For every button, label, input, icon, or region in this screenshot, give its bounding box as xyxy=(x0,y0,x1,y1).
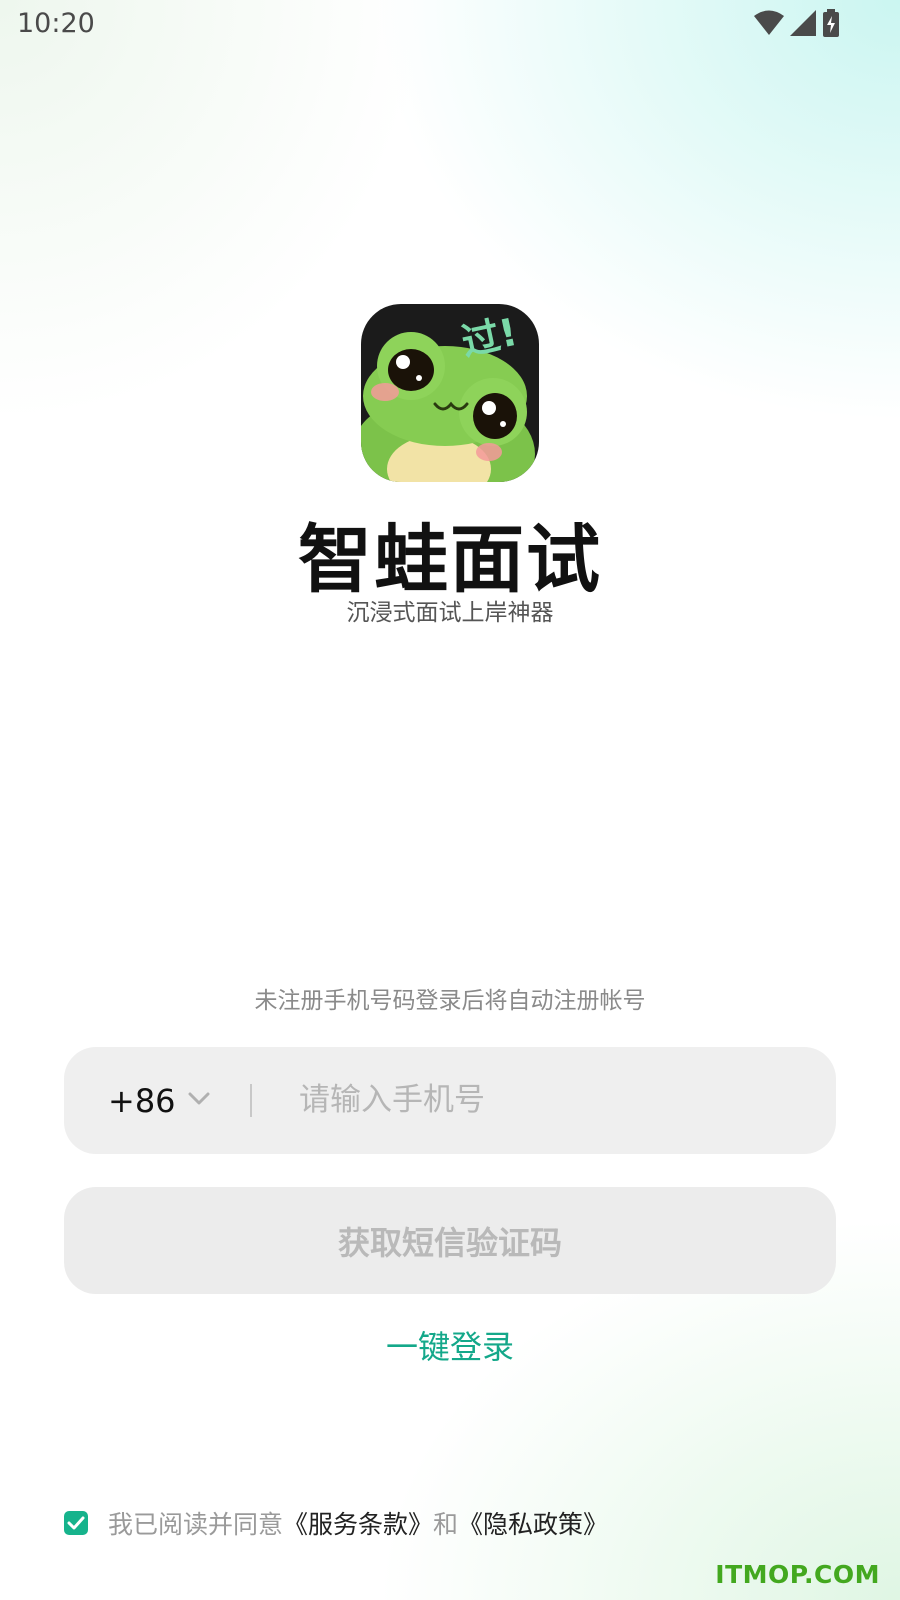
app-name: 智蛙面试 xyxy=(298,517,602,603)
register-hint: 未注册手机号码登录后将自动注册帐号 xyxy=(254,988,646,1014)
checkmark-icon xyxy=(67,1516,85,1530)
agreement-row: 我已阅读并同意 《服务条款》 和 《隐私政策》 xyxy=(64,1506,608,1540)
app-slogan: 沉浸式面试上岸神器 xyxy=(346,600,554,626)
battery-charging-icon xyxy=(822,9,840,41)
phone-input[interactable] xyxy=(299,1069,799,1131)
divider xyxy=(250,1084,252,1117)
status-icons xyxy=(754,9,840,41)
watermark: ITMOP.COM xyxy=(715,1560,880,1589)
signal-icon xyxy=(790,10,816,40)
agreement-prefix: 我已阅读并同意 xyxy=(108,1510,284,1539)
terms-of-service-link[interactable]: 《服务条款》 xyxy=(283,1505,433,1541)
one-click-login-link[interactable]: 一键登录 xyxy=(0,1322,900,1368)
phone-input-row: +86 xyxy=(64,1047,836,1154)
agree-checkbox[interactable] xyxy=(64,1511,88,1535)
country-code-value: +86 xyxy=(108,1081,176,1120)
agreement-and: 和 xyxy=(433,1510,459,1539)
status-bar: 10:20 xyxy=(0,0,900,50)
chevron-down-icon xyxy=(188,1091,210,1110)
status-time: 10:20 xyxy=(17,8,95,39)
country-code-selector[interactable]: +86 xyxy=(108,1047,210,1154)
get-sms-code-button[interactable]: 获取短信验证码 xyxy=(64,1187,836,1294)
privacy-policy-link[interactable]: 《隐私政策》 xyxy=(458,1505,608,1541)
app-logo: 过! xyxy=(361,304,539,482)
svg-text:过!: 过! xyxy=(458,310,521,365)
wifi-icon xyxy=(754,10,784,40)
frog-mascot-icon: 过! xyxy=(361,310,535,482)
